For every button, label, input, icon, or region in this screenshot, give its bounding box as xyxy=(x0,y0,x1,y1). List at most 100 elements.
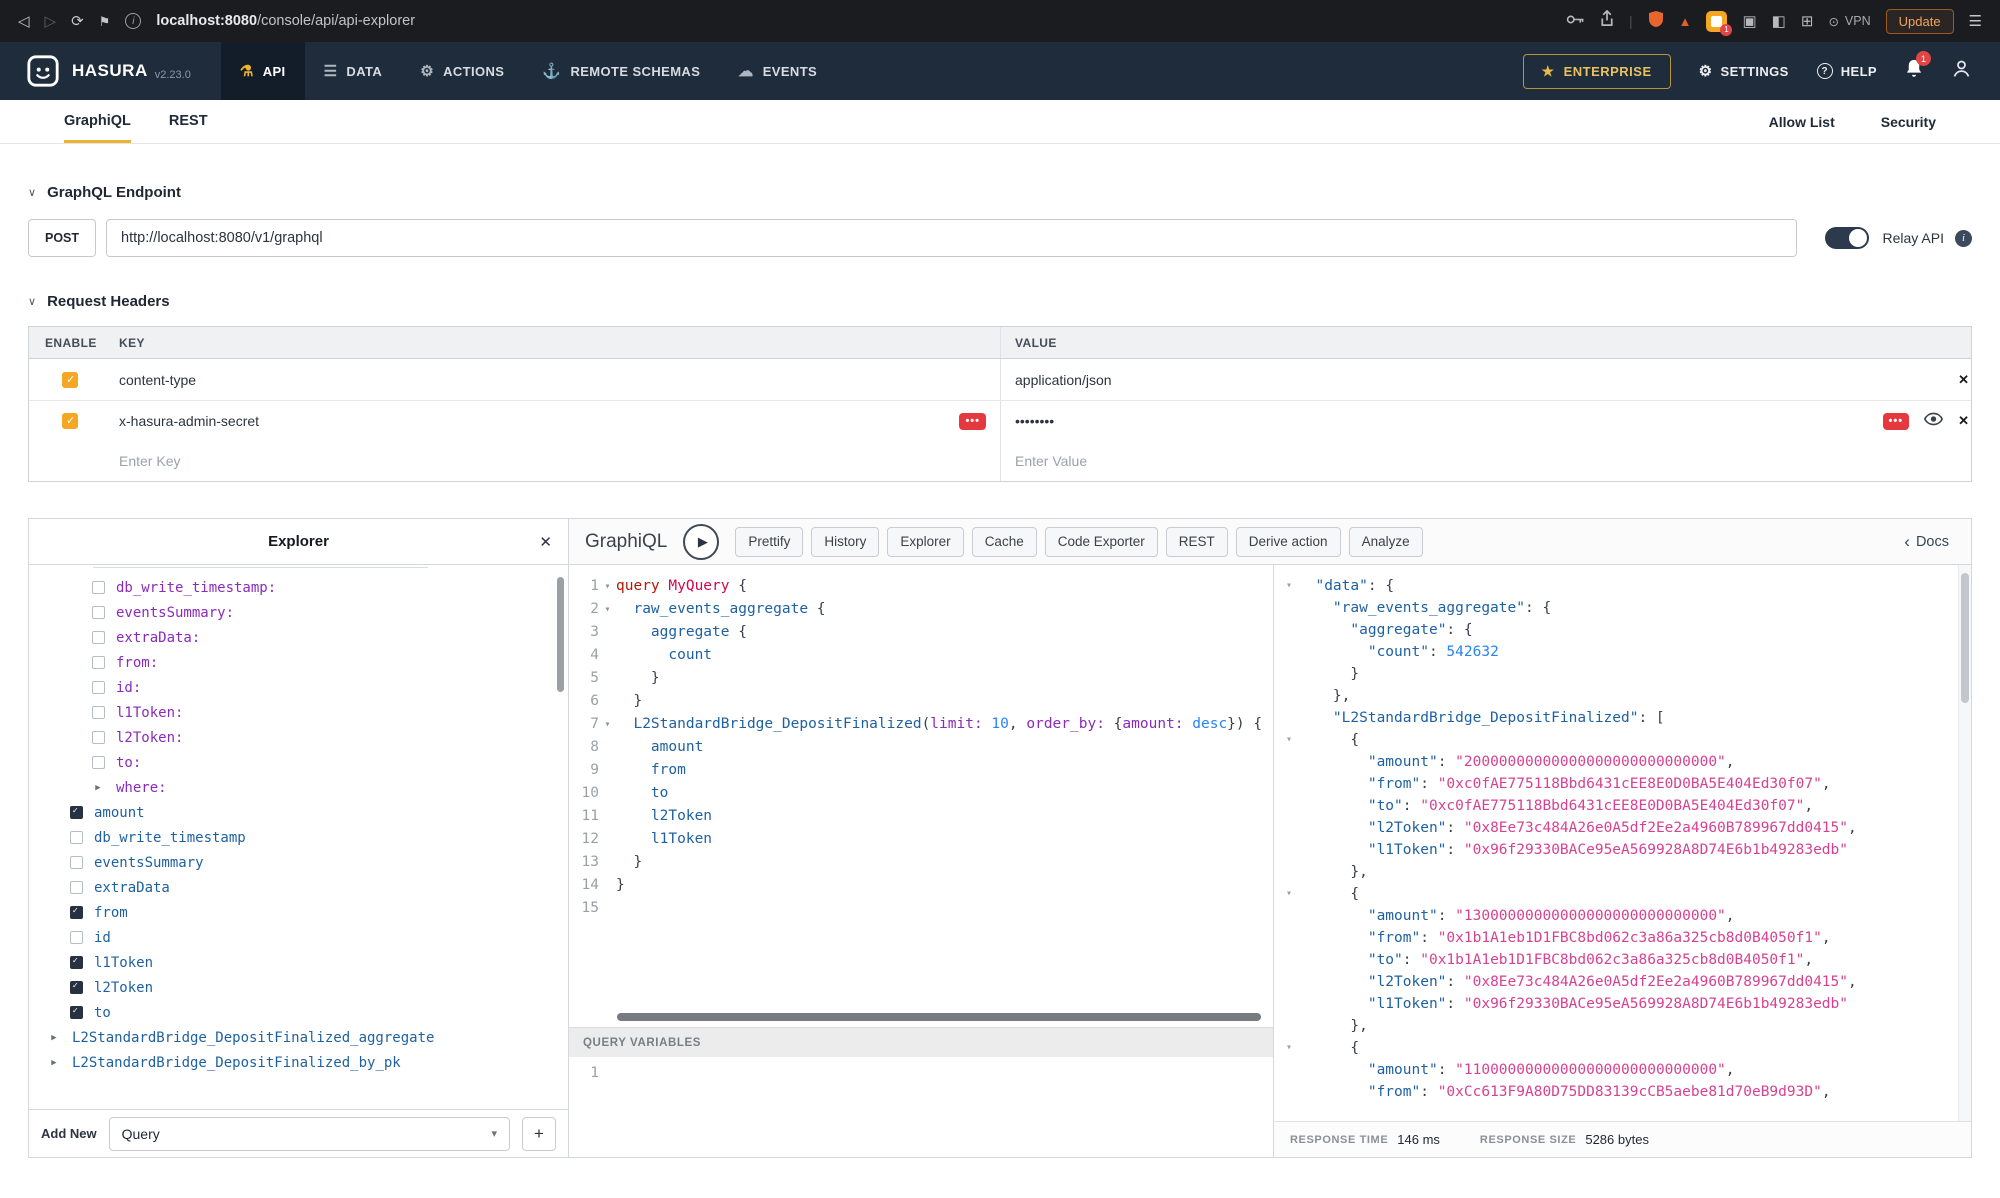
extension-sync-icon[interactable]: ▣ xyxy=(1742,12,1756,30)
remove-header-icon[interactable]: ✕ xyxy=(1958,372,1969,388)
response-viewer[interactable]: ▾ "data": { "raw_events_aggregate": { "a… xyxy=(1274,565,1971,1121)
field-checkbox[interactable] xyxy=(70,856,83,869)
share-icon[interactable] xyxy=(1600,10,1614,32)
header-key-input[interactable]: x-hasura-admin-secret xyxy=(119,413,259,429)
remove-header-icon[interactable]: ✕ xyxy=(1958,413,1969,429)
header-enable-checkbox[interactable] xyxy=(62,413,78,429)
http-method-button[interactable]: POST xyxy=(28,219,96,257)
forward-button[interactable]: ▷ xyxy=(45,14,57,29)
nav-item-actions[interactable]: ⚙ACTIONS xyxy=(401,42,523,100)
field-checkbox[interactable] xyxy=(92,581,105,594)
vpn-indicator[interactable]: ⊙VPN xyxy=(1828,14,1870,29)
editor-horizontal-scrollbar[interactable] xyxy=(617,1013,1261,1021)
field-checkbox[interactable] xyxy=(70,931,83,944)
new-header-key-input[interactable]: Enter Key xyxy=(119,453,180,469)
explorer-item-where-[interactable]: ▶where: xyxy=(29,775,568,800)
subnav-link-allow-list[interactable]: Allow List xyxy=(1769,114,1835,130)
settings-button[interactable]: ⚙ SETTINGS xyxy=(1699,62,1789,80)
menu-icon[interactable]: ☰ xyxy=(1969,14,1982,29)
header-enable-checkbox[interactable] xyxy=(62,372,78,388)
explorer-item-from[interactable]: from xyxy=(29,900,568,925)
explorer-item-l2token[interactable]: l2Token xyxy=(29,975,568,1000)
back-button[interactable]: ◁ xyxy=(18,14,30,29)
add-operation-button[interactable]: + xyxy=(522,1117,556,1151)
subnav-link-security[interactable]: Security xyxy=(1881,114,1936,130)
toolbar-button-rest[interactable]: REST xyxy=(1166,527,1228,557)
field-checkbox[interactable] xyxy=(92,656,105,669)
explorer-item-extradata[interactable]: extraData xyxy=(29,875,568,900)
nav-item-api[interactable]: ⚗API xyxy=(221,42,305,100)
header-value-input[interactable]: application/json xyxy=(1015,372,1112,388)
endpoint-section-header[interactable]: ∨ GraphQL Endpoint xyxy=(28,184,1972,201)
explorer-item-l1token[interactable]: l1Token xyxy=(29,950,568,975)
explorer-item-to[interactable]: to xyxy=(29,1000,568,1025)
tab-graphiql[interactable]: GraphiQL xyxy=(64,113,131,143)
explorer-item-to-[interactable]: to: xyxy=(29,750,568,775)
field-checkbox[interactable] xyxy=(92,681,105,694)
field-checkbox-checked[interactable] xyxy=(70,1006,83,1019)
notifications-button[interactable]: 1 xyxy=(1905,58,1923,84)
explorer-item-extradata-[interactable]: extraData: xyxy=(29,625,568,650)
field-checkbox[interactable] xyxy=(70,881,83,894)
nav-item-data[interactable]: ☰DATA xyxy=(305,42,402,100)
warning-icon[interactable]: ▲ xyxy=(1679,14,1692,29)
explorer-item-l2standardbridge-depositfinalized-by-pk[interactable]: ▶L2StandardBridge_DepositFinalized_by_pk xyxy=(29,1050,568,1075)
relay-api-toggle[interactable] xyxy=(1825,227,1869,249)
tab-rest[interactable]: REST xyxy=(169,113,208,143)
help-button[interactable]: ? HELP xyxy=(1817,63,1877,79)
expand-arrow-icon[interactable]: ▶ xyxy=(95,783,100,793)
toolbar-button-derive-action[interactable]: Derive action xyxy=(1236,527,1341,557)
query-editor-pane[interactable]: 1▾query MyQuery {2▾ raw_events_aggregate… xyxy=(569,565,1274,1157)
operation-type-select[interactable]: Query ▾ xyxy=(109,1117,510,1151)
explorer-item-amount[interactable]: amount xyxy=(29,800,568,825)
nav-item-events[interactable]: ☁EVENTS xyxy=(719,42,836,100)
site-info-icon[interactable]: i xyxy=(125,13,141,29)
query-variables-header[interactable]: QUERY VARIABLES xyxy=(569,1027,1273,1057)
extension-icon[interactable]: 1 xyxy=(1706,11,1727,32)
enterprise-button[interactable]: ★ ENTERPRISE xyxy=(1523,54,1671,89)
headers-section-header[interactable]: ∨ Request Headers xyxy=(28,293,1972,310)
explorer-item-l2token-[interactable]: l2Token: xyxy=(29,725,568,750)
header-value-input[interactable]: •••••••• xyxy=(1015,413,1054,429)
brave-shield-icon[interactable] xyxy=(1648,10,1664,33)
explorer-item-db-write-timestamp[interactable]: db_write_timestamp xyxy=(29,825,568,850)
explorer-item-eventssummary[interactable]: eventsSummary xyxy=(29,850,568,875)
field-checkbox[interactable] xyxy=(92,756,105,769)
field-checkbox-checked[interactable] xyxy=(70,906,83,919)
explorer-item-l1token-[interactable]: l1Token: xyxy=(29,700,568,725)
field-checkbox[interactable] xyxy=(92,706,105,719)
explorer-item-db-write-timestamp-[interactable]: db_write_timestamp: xyxy=(29,575,568,600)
reload-button[interactable]: ⟳ xyxy=(71,14,84,29)
field-checkbox[interactable] xyxy=(92,606,105,619)
expand-arrow-icon[interactable]: ▶ xyxy=(51,1058,56,1068)
explorer-item-l2standardbridge-depositfinalized-aggregate[interactable]: ▶L2StandardBridge_DepositFinalized_aggre… xyxy=(29,1025,568,1050)
field-checkbox-checked[interactable] xyxy=(70,981,83,994)
value-secret-badge[interactable]: ••• xyxy=(1883,413,1910,430)
admin-secret-badge[interactable]: ••• xyxy=(959,413,986,430)
brand-name[interactable]: HASURA xyxy=(72,61,148,81)
field-checkbox[interactable] xyxy=(92,731,105,744)
toolbar-button-prettify[interactable]: Prettify xyxy=(735,527,803,557)
explorer-scrollbar[interactable] xyxy=(557,577,564,692)
url-bar[interactable]: localhost:8080/console/api/api-explorer xyxy=(156,13,415,29)
explorer-item-id[interactable]: id xyxy=(29,925,568,950)
field-checkbox[interactable] xyxy=(70,831,83,844)
field-checkbox[interactable] xyxy=(92,631,105,644)
field-checkbox-checked[interactable] xyxy=(70,956,83,969)
toolbar-button-explorer[interactable]: Explorer xyxy=(887,527,963,557)
execute-query-button[interactable]: ▶ xyxy=(683,524,719,560)
window-extension-icon[interactable]: ⊞ xyxy=(1801,12,1814,30)
toolbar-button-cache[interactable]: Cache xyxy=(972,527,1037,557)
docs-button[interactable]: ‹ Docs xyxy=(1904,533,1955,550)
expand-arrow-icon[interactable]: ▶ xyxy=(51,1033,56,1043)
key-icon[interactable] xyxy=(1566,12,1585,30)
field-checkbox-checked[interactable] xyxy=(70,806,83,819)
bookmark-icon[interactable]: ⚑ xyxy=(99,15,111,28)
account-button[interactable] xyxy=(1951,58,1972,84)
graphql-endpoint-input[interactable]: http://localhost:8080/v1/graphql xyxy=(106,219,1796,257)
explorer-item-id-[interactable]: id: xyxy=(29,675,568,700)
response-scrollbar-track[interactable] xyxy=(1958,565,1971,1121)
eye-icon[interactable] xyxy=(1924,412,1943,431)
hasura-logo[interactable] xyxy=(26,54,60,88)
new-header-value-input[interactable]: Enter Value xyxy=(1015,453,1087,469)
